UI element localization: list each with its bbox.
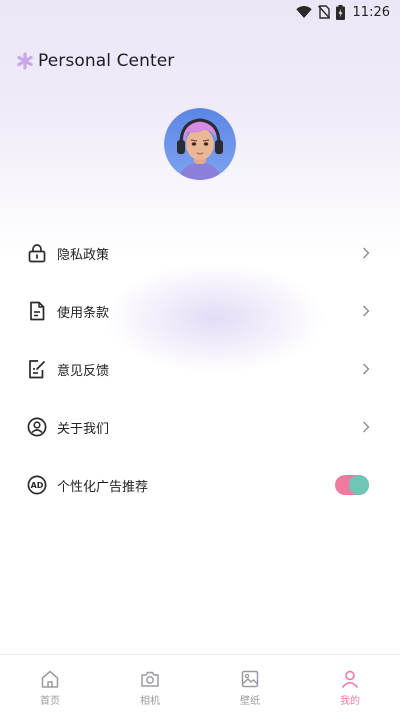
menu-item-personalized-ads: AD 个性化广告推荐	[0, 456, 400, 514]
battery-charging-icon	[335, 4, 345, 20]
tab-home[interactable]: 首页	[0, 655, 100, 712]
menu-item-privacy-policy[interactable]: 隐私政策	[0, 224, 400, 282]
chevron-right-icon	[360, 305, 372, 317]
svg-text:AD: AD	[31, 481, 44, 490]
menu-item-terms-of-use[interactable]: 使用条款	[0, 282, 400, 340]
bottom-tab-bar: 首页 相机 壁纸 我的	[0, 654, 400, 712]
document-icon	[26, 300, 48, 322]
image-icon	[239, 668, 261, 690]
tab-label: 我的	[340, 696, 360, 707]
user-circle-icon	[26, 416, 48, 438]
tab-wallpaper[interactable]: 壁纸	[200, 655, 300, 712]
menu-item-label: 关于我们	[57, 421, 110, 437]
menu-item-label: 使用条款	[57, 305, 110, 321]
tab-mine[interactable]: 我的	[300, 655, 400, 712]
home-icon	[39, 668, 61, 690]
tab-label: 相机	[140, 696, 160, 707]
toggle-knob	[349, 475, 369, 495]
personalized-ads-toggle[interactable]	[335, 475, 369, 495]
menu-item-label: 隐私政策	[57, 247, 110, 263]
menu-item-label: 意见反馈	[57, 363, 110, 379]
chevron-right-icon	[360, 247, 372, 259]
chevron-right-icon	[360, 421, 372, 433]
status-time: 11:26	[352, 4, 390, 20]
person-icon	[339, 668, 361, 690]
menu-item-feedback[interactable]: 意见反馈	[0, 340, 400, 398]
ad-icon: AD	[26, 474, 48, 496]
lock-icon	[26, 242, 48, 264]
status-bar: 11:26	[0, 0, 400, 24]
asterisk-flower-icon	[16, 52, 34, 70]
camera-icon	[139, 668, 161, 690]
tab-camera[interactable]: 相机	[100, 655, 200, 712]
chevron-right-icon	[360, 363, 372, 375]
edit-note-icon	[26, 358, 48, 380]
page-header: Personal Center	[16, 50, 174, 72]
tab-label: 壁纸	[240, 696, 260, 707]
page-title: Personal Center	[38, 51, 175, 71]
tab-label: 首页	[40, 696, 60, 707]
avatar[interactable]	[164, 108, 236, 180]
no-sim-icon	[317, 5, 330, 19]
settings-menu: 隐私政策 使用条款 意见反馈 关于我们 AD 个性化广告推荐	[0, 224, 400, 514]
wifi-icon	[295, 5, 312, 19]
menu-item-label: 个性化广告推荐	[57, 479, 149, 495]
menu-item-about-us[interactable]: 关于我们	[0, 398, 400, 456]
